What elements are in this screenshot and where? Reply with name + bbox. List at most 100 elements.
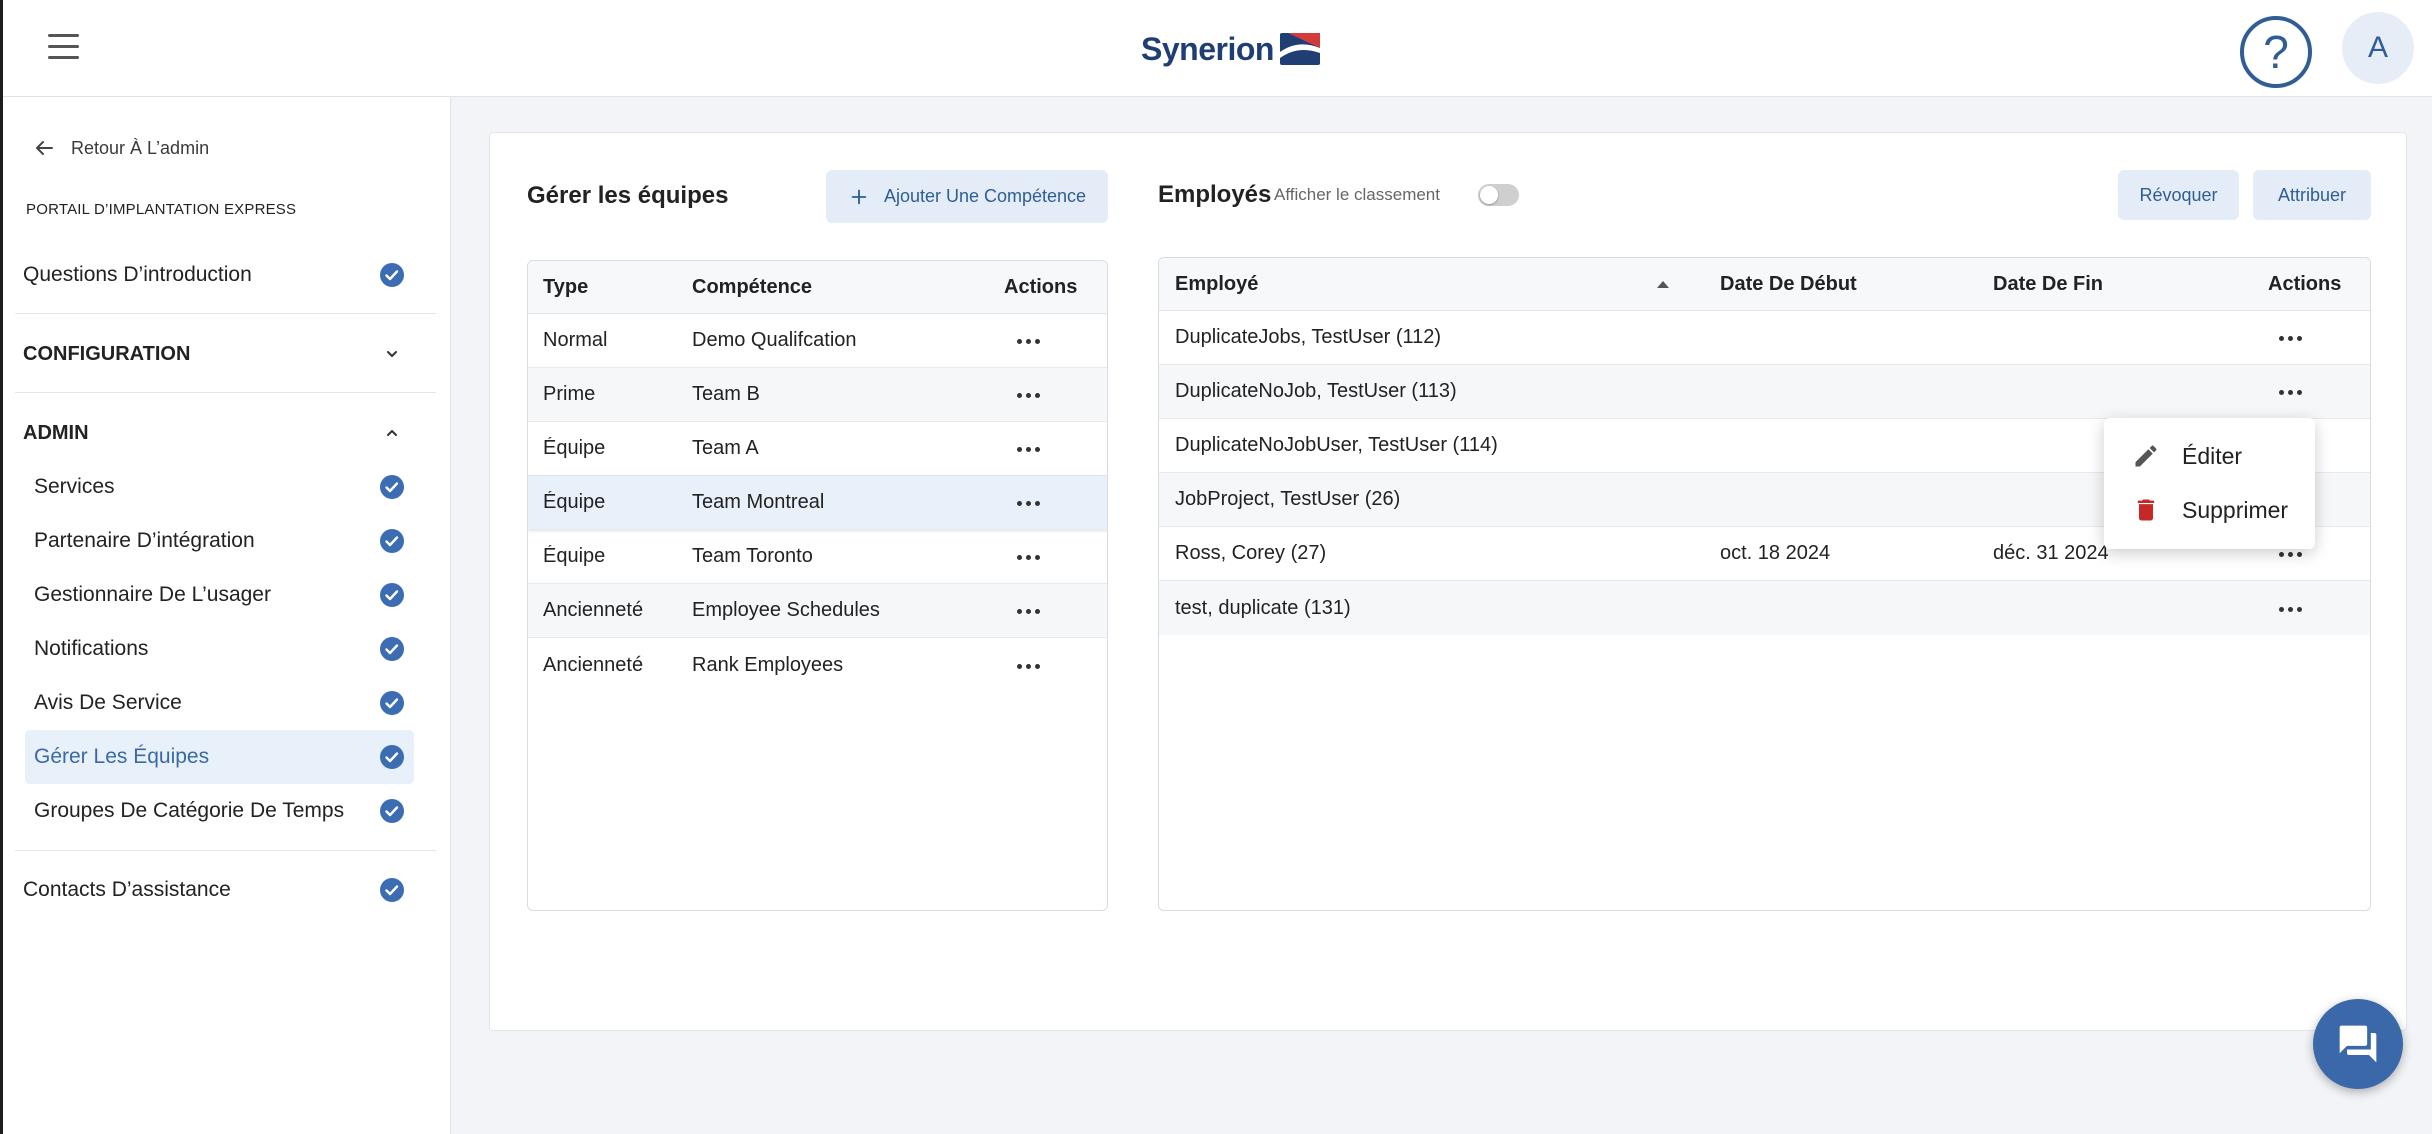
column-header-end-date[interactable]: Date De Fin [1993,273,2268,296]
top-app-bar: Synerion ? A [0,0,2432,97]
show-ranking-label: Afficher le classement [1274,185,1440,204]
employee-name-cell: test, duplicate (131) [1175,596,1351,619]
sidebar-item-contacts-assistance[interactable]: Contacts D’assistance [15,863,436,917]
sidebar-item-avis-de-service[interactable]: Avis De Service [25,676,414,730]
add-skill-button[interactable]: Ajouter Une Compétence [826,170,1108,223]
teams-management-card: Gérer les équipes Ajouter Une Compétence… [489,132,2407,1031]
team-skill-cell: Team A [692,437,759,459]
row-actions-menu: Éditer Supprimer [2104,418,2315,549]
employee-actions-cell [2268,378,2370,405]
show-ranking-toggle[interactable] [1478,184,1519,206]
sidebar-item-questions-introduction[interactable]: Questions D’introduction [15,248,436,302]
team-type-cell: Ancienneté [543,599,644,621]
sidebar-item-notifications[interactable]: Notifications [25,622,414,676]
check-circle-icon [380,263,404,287]
team-actions-cell [1004,327,1107,354]
sidebar-item-gerer-les-equipes[interactable]: Gérer Les Équipes [25,730,414,784]
team-type-cell: Équipe [543,491,606,513]
admin-nav-list: Services Partenaire D’intégration Gestionn… [25,460,414,838]
team-skill-cell: Team Toronto [692,545,813,567]
team-row[interactable]: Équipe Team Toronto [528,530,1107,584]
row-actions-button[interactable] [2279,327,2302,351]
teams-table-header: Type Compétence Actions [528,261,1107,314]
column-header-employee-label: Employé [1175,272,1259,295]
employee-row[interactable]: test, duplicate (131) [1159,581,2370,635]
more-horizontal-icon [1017,555,1040,561]
sidebar-item-label: Contacts D’assistance [23,878,231,901]
sidebar-section-admin[interactable]: ADMIN [15,406,436,460]
section-label: ADMIN [23,421,89,444]
check-circle-icon [380,475,404,499]
arrow-left-icon [36,141,53,155]
sidebar-item-label: Services [34,475,115,498]
team-actions-cell [1004,597,1107,624]
team-skill-cell: Team Montreal [692,491,825,513]
sidebar-item-gestionnaire-de-l-usager[interactable]: Gestionnaire De L’usager [25,568,414,622]
assign-button[interactable]: Attribuer [2253,170,2371,220]
row-actions-button[interactable] [1017,330,1040,354]
sidebar-item-label: Groupes De Catégorie De Temps [34,799,345,822]
edit-menu-item[interactable]: Éditer [2104,429,2315,483]
team-skill-cell: Team B [692,383,760,405]
more-horizontal-icon [2279,552,2302,558]
employee-name-cell: Ross, Corey (27) [1175,542,1327,564]
row-actions-button[interactable] [1017,384,1040,408]
column-header-employee[interactable]: Employé [1159,273,1720,296]
revoke-label: Révoquer [2139,184,2218,205]
employee-name-cell: DuplicateNoJobUser, TestUser (114) [1175,434,1498,456]
more-horizontal-icon [1017,447,1040,453]
toggle-knob [1480,186,1498,204]
pencil-icon [2135,445,2157,467]
revoke-button[interactable]: Révoquer [2118,170,2239,220]
assign-label: Attribuer [2277,184,2347,205]
team-row[interactable]: Équipe Team Montreal [528,476,1107,530]
row-actions-button[interactable] [1017,438,1040,462]
row-actions-button[interactable] [2279,381,2302,405]
more-horizontal-icon [1017,339,1040,345]
employees-title: Employés [1158,181,1272,208]
sidebar-item-label: Gérer Les Équipes [34,745,210,768]
team-row[interactable]: Ancienneté Employee Schedules [528,584,1107,638]
chat-button[interactable] [2313,999,2403,1089]
employee-row[interactable]: DuplicateJobs, TestUser (112) [1159,311,2370,365]
sidebar-item-groupes-de-categorie-de-temps[interactable]: Groupes De Catégorie De Temps [25,784,414,838]
team-row[interactable]: Ancienneté Rank Employees [528,638,1107,692]
employee-actions-cell [2268,324,2370,351]
row-actions-button[interactable] [1017,546,1040,570]
team-type-cell: Normal [543,329,608,351]
team-type-cell: Ancienneté [543,653,644,676]
more-horizontal-icon [1017,393,1040,399]
column-header-start-date[interactable]: Date De Début [1720,273,1993,296]
column-header-skill[interactable]: Compétence [692,276,1004,299]
back-label: Retour À L’admin [71,137,210,158]
check-circle-icon [380,637,404,661]
chevron-up-icon [380,421,404,445]
row-actions-button[interactable] [1017,600,1040,624]
column-header-type[interactable]: Type [528,276,692,299]
avatar[interactable]: A [2342,12,2414,84]
logo-text: Synerion [1141,30,1274,67]
synerion-flag-logo [1279,33,1320,65]
help-circle-icon[interactable]: ? [2240,16,2312,88]
more-horizontal-icon [1017,501,1040,507]
delete-label: Supprimer [2182,496,2289,523]
sidebar-item-partenaire-d-integration[interactable]: Partenaire D’intégration [25,514,414,568]
team-row[interactable]: Équipe Team A [528,422,1107,476]
teams-title: Gérer les équipes [527,182,729,209]
row-actions-button[interactable] [2279,597,2302,621]
team-row[interactable]: Normal Demo Qualifcation [528,314,1107,368]
team-type-cell: Équipe [543,545,606,567]
sidebar-item-services[interactable]: Services [25,460,414,514]
delete-menu-item[interactable]: Supprimer [2104,483,2315,537]
row-actions-button[interactable] [1017,654,1040,678]
team-row[interactable]: Prime Team B [528,368,1107,422]
sidebar-section-configuration[interactable]: CONFIGURATION [15,327,436,381]
menu-icon[interactable] [48,34,82,62]
back-to-admin-link[interactable]: Retour À L’admin [32,133,209,163]
row-actions-button[interactable] [1017,492,1040,516]
check-circle-icon [380,799,404,823]
team-actions-cell [1004,652,1107,679]
sort-up-icon[interactable] [1655,279,1671,289]
employee-row[interactable]: DuplicateNoJob, TestUser (113) [1159,365,2370,419]
employees-table: Employé Date De Début Date De Fin Action… [1158,257,2371,911]
